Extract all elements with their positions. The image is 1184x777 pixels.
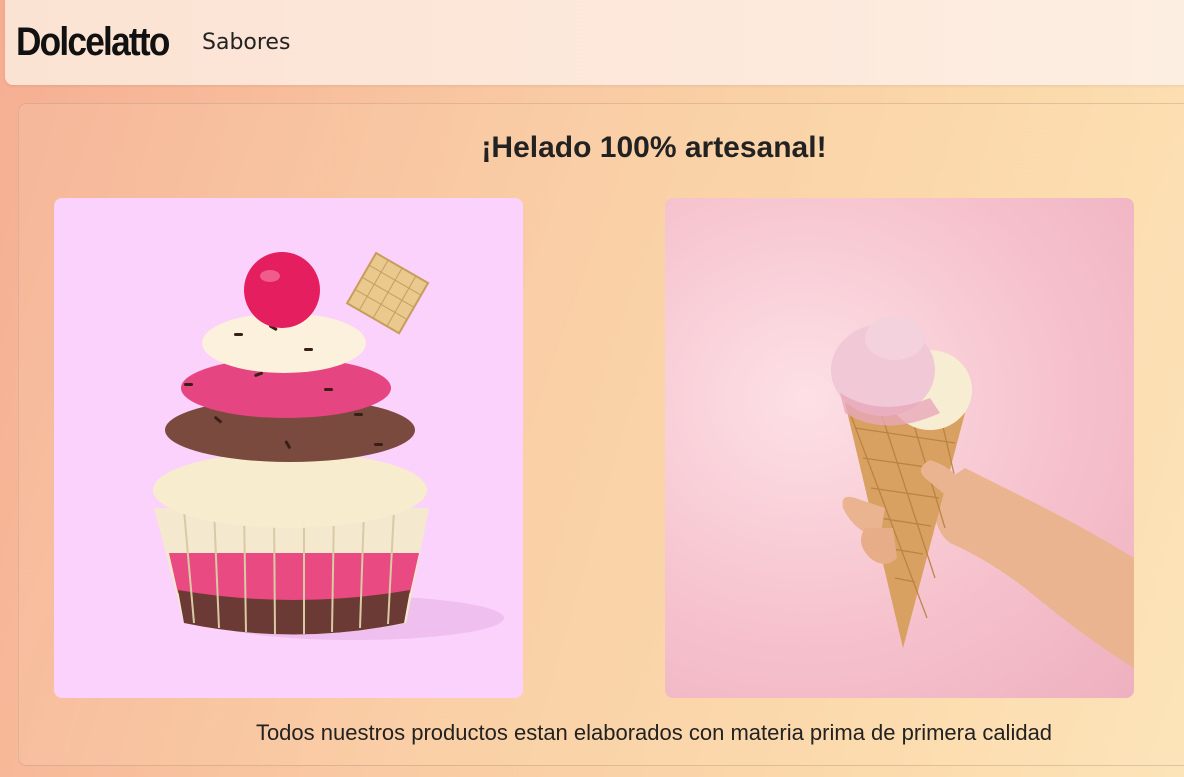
page-title: ¡Helado 100% artesanal!: [481, 131, 827, 164]
cupcake-icon: [153, 251, 504, 640]
cupcake-image: [54, 198, 523, 698]
nav-link-sabores[interactable]: Sabores: [202, 30, 290, 55]
brand-logo[interactable]: Dolcelatto: [16, 20, 171, 65]
ice-cream-cone-icon: [831, 316, 1134, 668]
caption-text: Todos nuestros productos estan elaborado…: [255, 720, 1053, 745]
navbar: Dolcelatto Sabores: [5, 0, 1184, 85]
ice-cream-cone-image: [665, 198, 1134, 698]
main-card: ¡Helado 100% artesanal! Todos nuestros p…: [18, 103, 1184, 766]
